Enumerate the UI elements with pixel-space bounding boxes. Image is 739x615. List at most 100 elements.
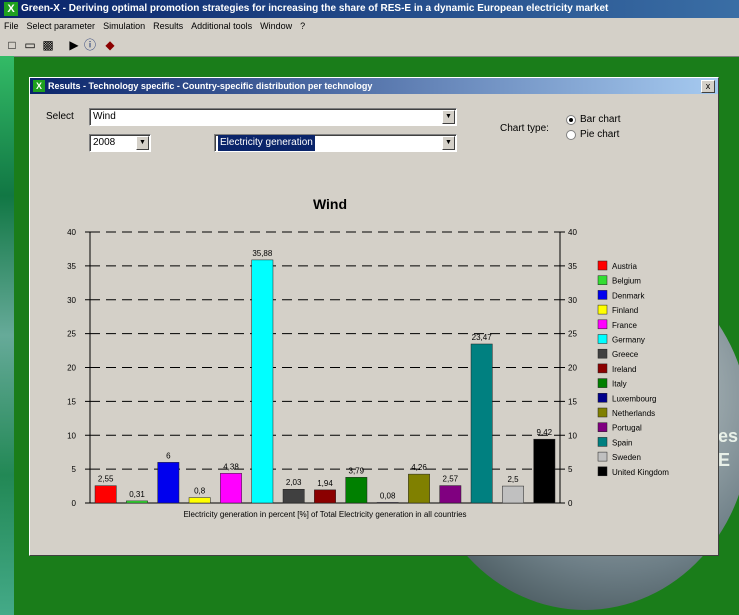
y-tick-label-left: 5 xyxy=(72,465,77,474)
legend-label: Ireland xyxy=(612,365,636,374)
legend-swatch xyxy=(597,422,608,432)
legend-swatch xyxy=(597,319,608,330)
background-photo-strip xyxy=(0,56,14,615)
toolbar: □ ▭ ▩ ▶ ⓘ ◆ xyxy=(0,34,739,57)
new-file-icon[interactable]: □ xyxy=(4,37,20,53)
legend-swatch xyxy=(597,378,608,388)
book-icon[interactable]: ◆ xyxy=(102,37,118,53)
legend-label: France xyxy=(612,321,637,330)
background-text-es: es xyxy=(718,426,739,446)
y-tick-label-right: 5 xyxy=(568,465,573,474)
data-label: 2,57 xyxy=(443,475,459,484)
y-tick-label-right: 25 xyxy=(568,330,577,339)
legend-swatch xyxy=(597,451,608,462)
y-tick-label-right: 40 xyxy=(568,228,577,237)
bar-portugal xyxy=(439,485,462,504)
legend-swatch xyxy=(597,260,608,271)
bar-spain xyxy=(470,343,493,504)
run-icon[interactable]: ▶ xyxy=(66,37,82,53)
y-tick-label-left: 25 xyxy=(67,330,76,339)
y-tick-label-right: 15 xyxy=(568,397,577,406)
legend-label: United Kingdom xyxy=(612,468,669,477)
menu-window[interactable]: Window xyxy=(260,21,292,31)
legend-swatch xyxy=(597,393,608,403)
bar-united-kingdom xyxy=(533,438,556,504)
results-dialog: X Results - Technology specific - Country… xyxy=(29,77,719,556)
data-label: 35,88 xyxy=(252,249,273,258)
data-label: 2,5 xyxy=(507,475,519,484)
bar-ireland xyxy=(314,489,336,504)
data-label: 1,94 xyxy=(317,479,333,488)
data-label: 0,08 xyxy=(380,491,396,500)
y-tick-label-left: 40 xyxy=(67,228,76,237)
menu-select-parameter[interactable]: Select parameter xyxy=(27,21,96,31)
data-label: 2,55 xyxy=(98,475,114,484)
bar-belgium xyxy=(126,500,148,504)
legend-label: Finland xyxy=(612,306,638,315)
data-label: 4,26 xyxy=(411,463,427,472)
legend-swatch xyxy=(597,334,608,344)
legend-label: Luxembourg xyxy=(612,394,656,403)
chart-title: Wind xyxy=(313,196,347,212)
y-tick-label-right: 35 xyxy=(568,262,577,271)
bar-france xyxy=(220,473,242,504)
y-tick-label-right: 0 xyxy=(568,499,573,508)
menu-help[interactable]: ? xyxy=(300,21,305,31)
bar-denmark xyxy=(157,462,180,504)
app-title: Green-X - Deriving optimal promotion str… xyxy=(21,3,609,14)
legend-swatch xyxy=(597,275,608,285)
info-icon[interactable]: ⓘ xyxy=(82,37,98,53)
open-folder-icon[interactable]: ▭ xyxy=(22,37,38,53)
bar-austria xyxy=(94,485,117,504)
bar-chart: Wind 0 0 5 5 10 10 15 15 20 20 25 25 30 30 35 35 40 40 2,55… xyxy=(67,196,669,519)
legend-swatch xyxy=(597,363,608,374)
bar-luxembourg xyxy=(376,502,399,504)
menu-file[interactable]: File xyxy=(4,21,19,31)
green-x-logo-icon: X xyxy=(4,2,18,16)
legend-label: Italy xyxy=(612,380,627,389)
bar-finland xyxy=(188,497,211,504)
legend-label: Spain xyxy=(612,438,632,447)
legend-label: Belgium xyxy=(612,277,641,286)
data-label: 9,42 xyxy=(537,428,553,437)
y-tick-label-left: 0 xyxy=(72,499,77,508)
legend-label: Sweden xyxy=(612,453,641,462)
data-label: 4,38 xyxy=(223,462,239,471)
bar-italy xyxy=(345,477,368,504)
app-title-bar: X Green-X - Deriving optimal promotion st… xyxy=(0,0,739,18)
legend-swatch xyxy=(597,290,608,300)
legend-label: Austria xyxy=(612,262,637,271)
y-tick-label-left: 20 xyxy=(67,364,76,373)
print-icon[interactable]: ▩ xyxy=(40,37,56,53)
legend-label: Portugal xyxy=(612,424,642,433)
data-label: 6 xyxy=(166,451,171,460)
y-tick-label-left: 10 xyxy=(67,431,76,440)
legend-swatch xyxy=(597,304,608,315)
menu-bar: File Select parameter Simulation Results Add… xyxy=(0,18,739,34)
legend-label: Denmark xyxy=(612,291,645,300)
menu-results[interactable]: Results xyxy=(153,21,183,31)
menu-additional-tools[interactable]: Additional tools xyxy=(191,21,252,31)
data-label: 23,47 xyxy=(472,333,493,342)
legend-label: Germany xyxy=(612,336,645,345)
y-tick-label-right: 30 xyxy=(568,296,577,305)
legend-swatch xyxy=(597,466,608,477)
legend-swatch xyxy=(597,437,608,447)
background-text-e: E xyxy=(718,450,731,470)
bar-germany xyxy=(251,259,274,504)
data-label: 3,79 xyxy=(349,466,365,475)
legend-label: Netherlands xyxy=(612,409,655,418)
data-label: 2,03 xyxy=(286,478,302,487)
data-label: 0,8 xyxy=(194,487,206,496)
y-tick-label-right: 20 xyxy=(568,364,577,373)
legend-label: Greece xyxy=(612,350,639,359)
bar-netherlands xyxy=(408,473,430,504)
y-tick-label-right: 10 xyxy=(568,431,577,440)
y-tick-label-left: 35 xyxy=(67,262,76,271)
x-axis-label: Electricity generation in percent [%] of… xyxy=(183,510,466,519)
y-tick-label-left: 30 xyxy=(67,296,76,305)
menu-simulation[interactable]: Simulation xyxy=(103,21,145,31)
data-label: 0,31 xyxy=(129,490,145,499)
legend-swatch xyxy=(597,407,608,418)
y-tick-label-left: 15 xyxy=(67,397,76,406)
